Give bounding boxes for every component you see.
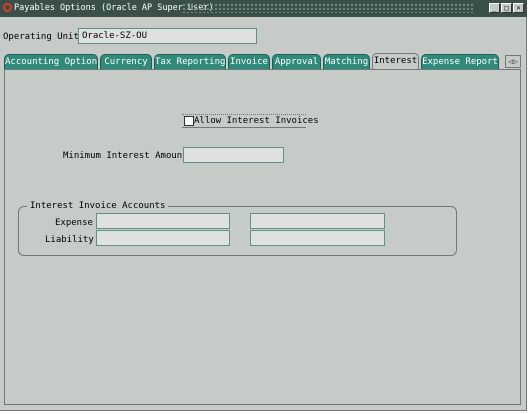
allow-interest-invoices-label: Allow Interest Invoices bbox=[194, 116, 319, 126]
operating-unit-label: Operating Unit bbox=[3, 32, 79, 42]
title-bar[interactable]: Payables Options (Oracle AP Super User) … bbox=[0, 0, 527, 17]
minimum-interest-amount-field[interactable] bbox=[183, 147, 284, 163]
minimize-button[interactable]: _ bbox=[489, 3, 500, 13]
minimum-interest-amount-label: Minimum Interest Amount bbox=[63, 151, 188, 161]
tab-tax-reporting[interactable]: Tax Reporting bbox=[154, 54, 226, 70]
tab-approval[interactable]: Approval bbox=[272, 54, 321, 70]
close-button[interactable]: × bbox=[513, 3, 524, 13]
tab-invoice[interactable]: Invoice bbox=[228, 54, 270, 70]
liability-label: Liability bbox=[45, 235, 94, 245]
tab-expense-report[interactable]: Expense Report bbox=[421, 54, 499, 70]
tab-accounting-option[interactable]: Accounting Option bbox=[4, 54, 98, 70]
tab-scroll-button[interactable]: ◁▷ bbox=[505, 55, 521, 68]
interest-invoice-accounts-group bbox=[18, 206, 457, 256]
tab-currency[interactable]: Currency bbox=[100, 54, 152, 70]
expense-account-field-2[interactable] bbox=[250, 213, 385, 229]
operating-unit-field[interactable]: Oracle-SZ-OU bbox=[78, 28, 257, 44]
allow-interest-invoices-checkbox[interactable] bbox=[184, 116, 194, 126]
oracle-logo-icon bbox=[3, 3, 12, 12]
interest-invoice-accounts-title: Interest Invoice Accounts bbox=[27, 201, 169, 211]
title-bar-grip bbox=[182, 3, 475, 13]
tab-matching[interactable]: Matching bbox=[323, 54, 370, 70]
expense-account-field-1[interactable] bbox=[96, 213, 230, 229]
maximize-button[interactable]: □ bbox=[501, 3, 512, 13]
payables-options-window: Payables Options (Oracle AP Super User) … bbox=[0, 0, 527, 411]
liability-account-field-2[interactable] bbox=[250, 230, 385, 246]
liability-account-field-1[interactable] bbox=[96, 230, 230, 246]
expense-label: Expense bbox=[55, 218, 93, 228]
